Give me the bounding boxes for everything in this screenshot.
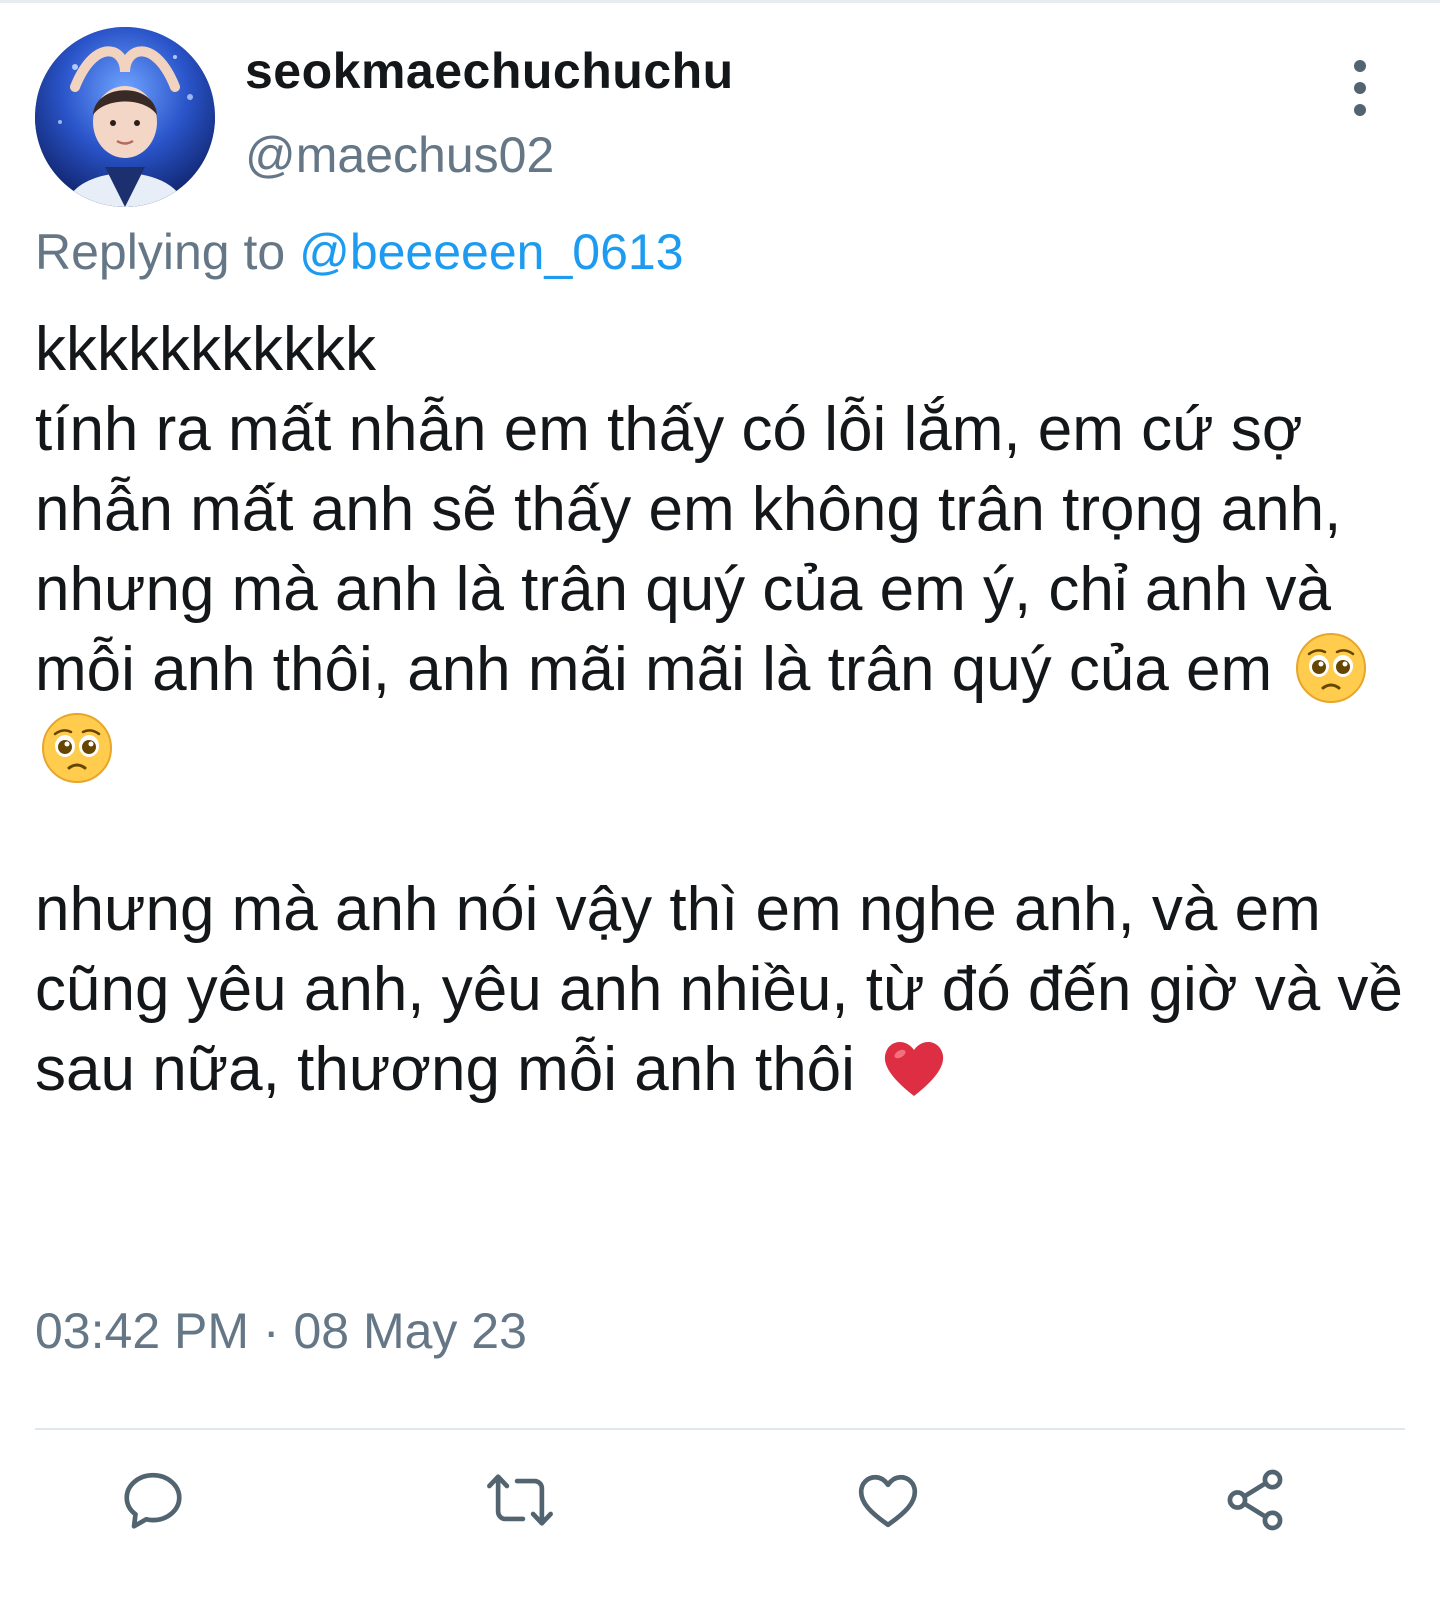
retweet-icon bbox=[487, 1474, 553, 1526]
tweet-text-part-2: nhưng mà anh nói vậy thì em nghe anh, và… bbox=[35, 875, 1403, 1104]
avatar-image bbox=[35, 27, 215, 207]
reply-button[interactable] bbox=[108, 1455, 198, 1545]
reply-mention-link[interactable]: @beeeeen_0613 bbox=[299, 224, 683, 280]
tweet-timestamp: 03:42 PM · 08 May 23 bbox=[35, 1303, 527, 1359]
share-icon bbox=[1227, 1469, 1283, 1531]
like-icon bbox=[858, 1474, 918, 1528]
more-dot-icon bbox=[1354, 82, 1366, 94]
pleading-face-emoji bbox=[41, 712, 113, 784]
top-border bbox=[0, 0, 1440, 3]
more-dot-icon bbox=[1354, 60, 1366, 72]
tweet-text: kkkkkkkkkkk tính ra mất nhẫn em thấy có … bbox=[35, 310, 1420, 1110]
red-heart-emoji bbox=[878, 1032, 950, 1104]
replying-to: Replying to @beeeeen_0613 bbox=[35, 223, 684, 281]
user-handle[interactable]: @maechus02 bbox=[245, 126, 554, 184]
divider bbox=[35, 1428, 1405, 1430]
replying-label: Replying to bbox=[35, 224, 286, 280]
action-bar bbox=[0, 1455, 1440, 1565]
more-options-button[interactable] bbox=[1340, 60, 1380, 116]
display-name[interactable]: seokmaechuchuchu bbox=[245, 42, 734, 100]
retweet-button[interactable] bbox=[475, 1455, 565, 1545]
like-button[interactable] bbox=[843, 1455, 933, 1545]
more-dot-icon bbox=[1354, 104, 1366, 116]
tweet-text-part-1: kkkkkkkkkkk tính ra mất nhẫn em thấy có … bbox=[35, 315, 1342, 704]
reply-icon bbox=[124, 1472, 182, 1529]
avatar[interactable] bbox=[35, 27, 215, 207]
share-button[interactable] bbox=[1210, 1455, 1300, 1545]
pleading-face-emoji bbox=[1295, 632, 1367, 704]
